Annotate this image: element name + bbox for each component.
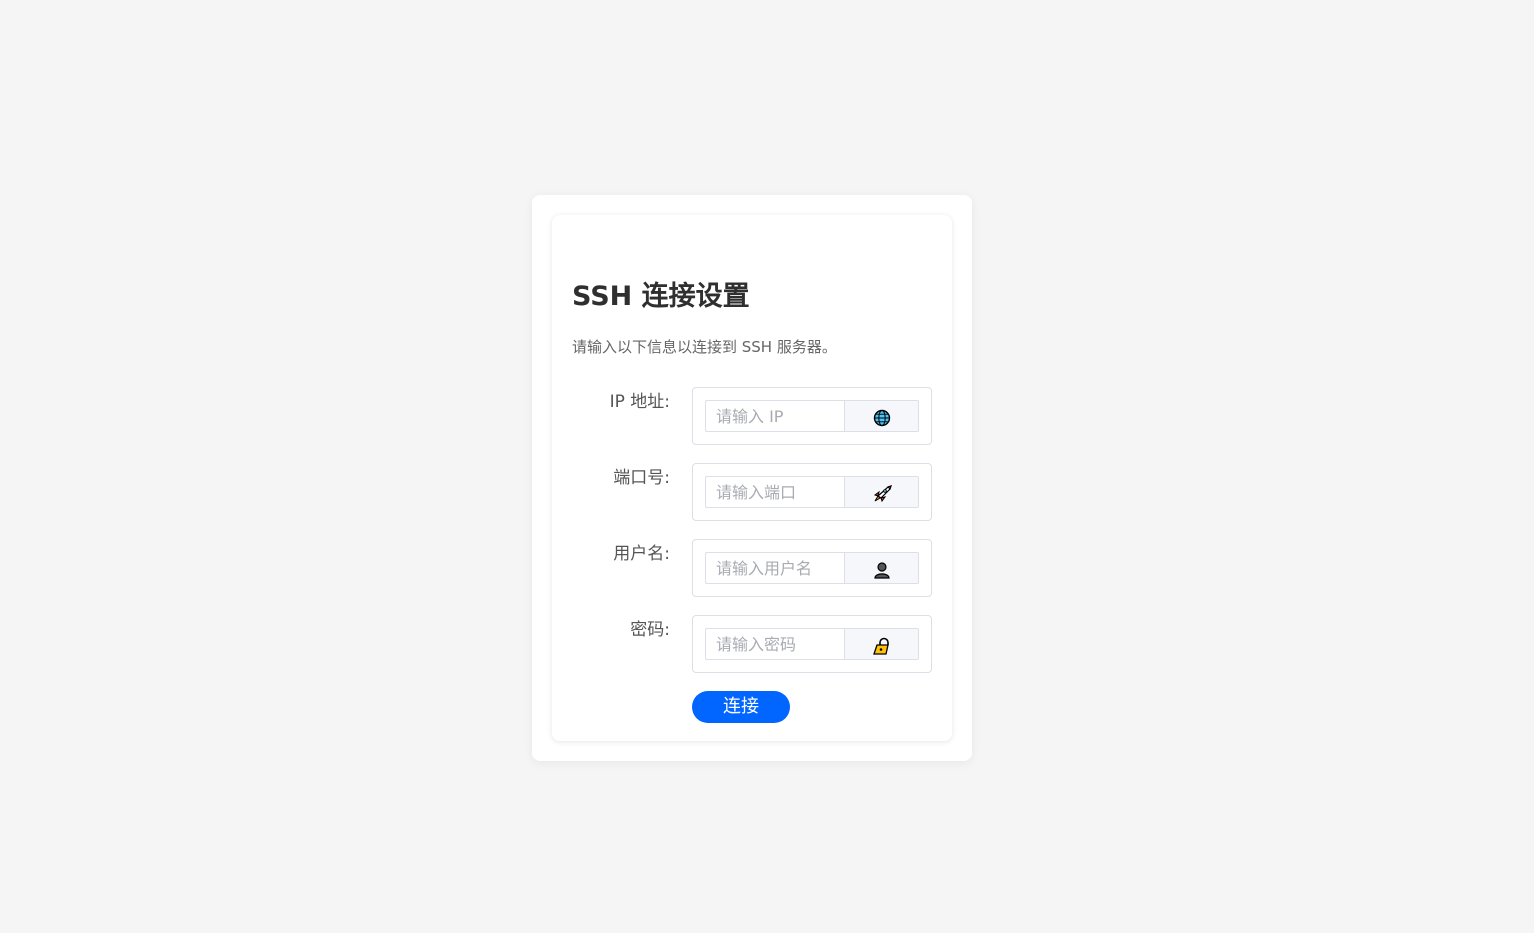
username-row: 用户名:	[552, 539, 952, 597]
username-input[interactable]	[705, 552, 844, 584]
form-subtitle: 请输入以下信息以连接到 SSH 服务器。	[572, 338, 837, 356]
password-row: 密码:	[552, 615, 952, 673]
page-title: SSH 连接设置	[572, 281, 750, 312]
password-label: 密码:	[630, 620, 670, 640]
ip-row: IP 地址:	[552, 387, 952, 445]
port-field-box	[692, 463, 932, 521]
port-label: 端口号:	[613, 468, 670, 488]
ip-label: IP 地址:	[609, 392, 670, 412]
username-label: 用户名:	[613, 544, 670, 564]
user-icon	[844, 552, 919, 584]
password-input[interactable]	[705, 628, 844, 660]
username-field-box	[692, 539, 932, 597]
port-row: 端口号:	[552, 463, 952, 521]
rocket-icon	[844, 476, 919, 508]
port-input[interactable]	[705, 476, 844, 508]
lock-icon	[844, 628, 919, 660]
ssh-settings-card: SSH 连接设置 请输入以下信息以连接到 SSH 服务器。 IP 地址: 请输入…	[532, 195, 972, 761]
globe-icon	[844, 400, 919, 432]
ssh-settings-form: SSH 连接设置 请输入以下信息以连接到 SSH 服务器。 IP 地址: 请输入…	[552, 215, 952, 741]
ip-field-box	[692, 387, 932, 445]
ip-input[interactable]	[705, 400, 844, 432]
connect-button[interactable]: 连接	[692, 691, 790, 723]
password-field-box	[692, 615, 932, 673]
